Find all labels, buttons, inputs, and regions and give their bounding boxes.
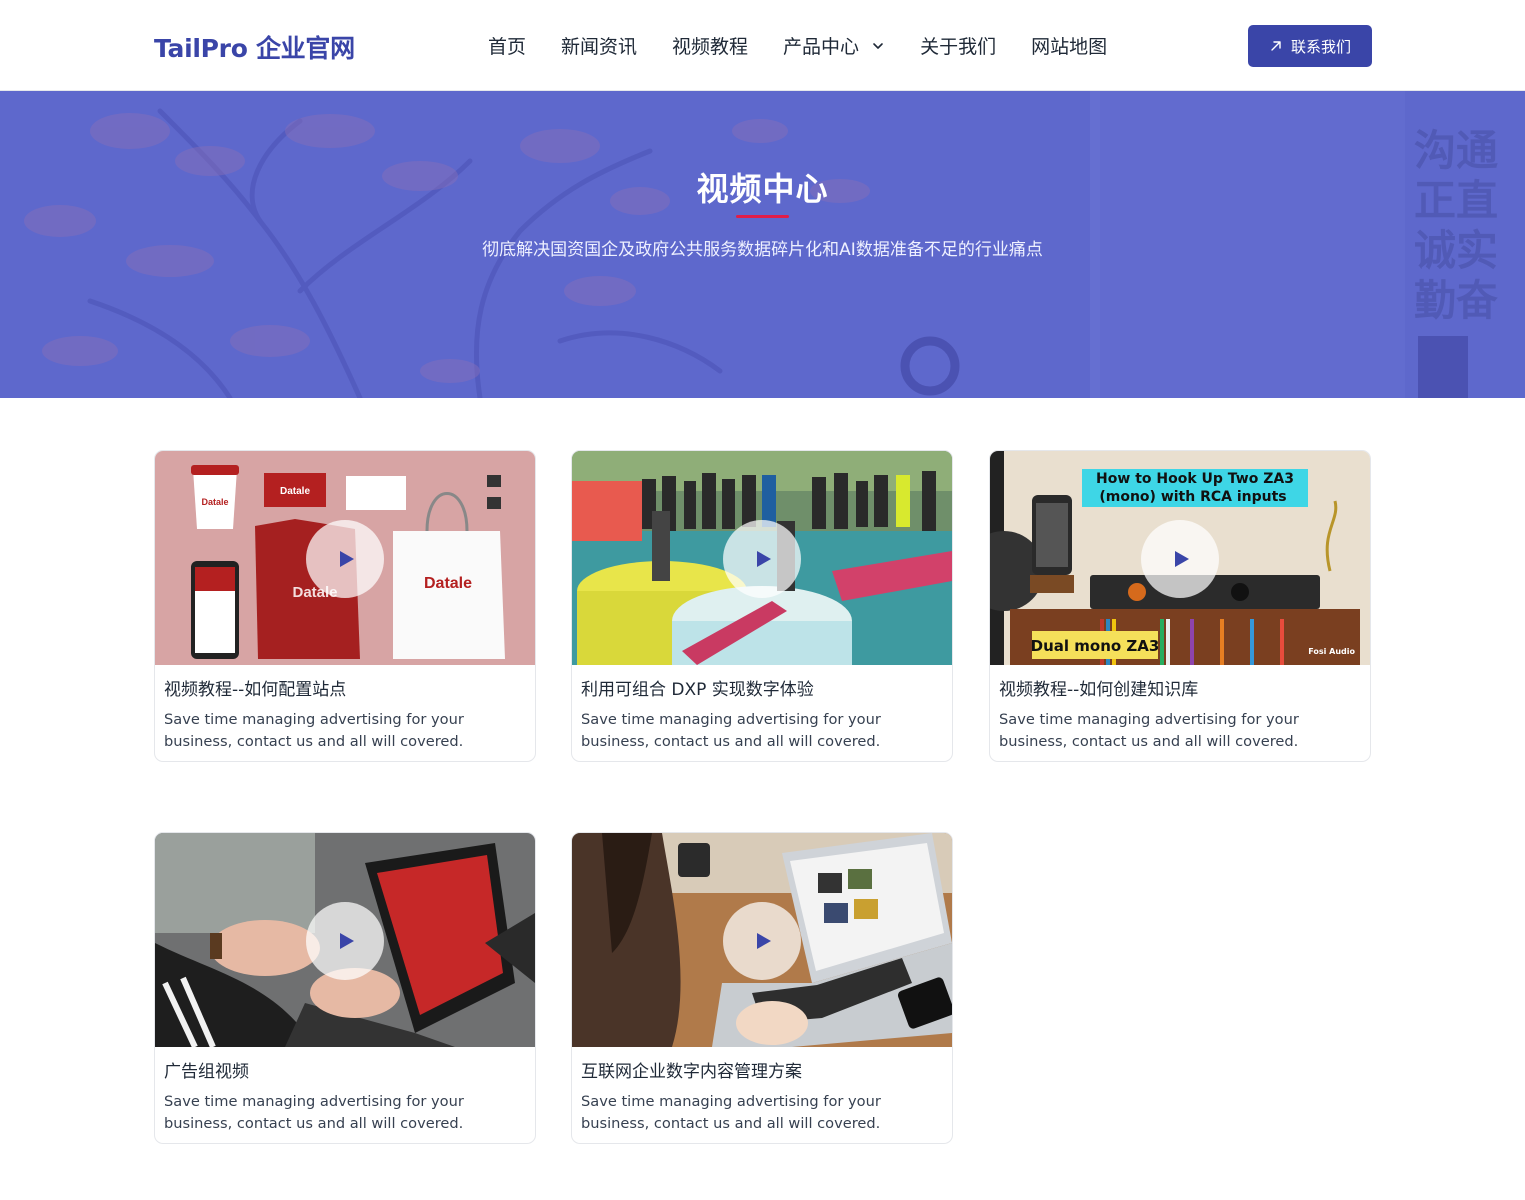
play-button[interactable] — [1141, 520, 1219, 598]
contact-us-label: 联系我们 — [1290, 37, 1351, 56]
nav-item-label: 产品中心 — [783, 36, 860, 58]
nav-item-label: 关于我们 — [920, 36, 997, 58]
video-thumbnail[interactable] — [155, 833, 535, 1047]
nav-item-sitemap[interactable]: 网站地图 — [1031, 32, 1107, 59]
card-title[interactable]: 利用可组合 DXP 实现数字体验 — [581, 675, 814, 700]
thumb-text: Fosi Audio — [1308, 647, 1355, 656]
nav-item-label: 新闻资讯 — [561, 36, 638, 58]
card-description: Save time managing advertising for your … — [164, 1093, 464, 1132]
nav-item-products[interactable]: 产品中心 — [783, 32, 885, 59]
page-title: 视频中心 — [696, 170, 829, 208]
nav-item-label: 视频教程 — [672, 36, 749, 58]
card-description: Save time managing advertising for your … — [999, 711, 1299, 750]
play-icon — [756, 933, 771, 949]
video-thumbnail[interactable]: How to Hook Up Two ZA3 (mono) with RCA i… — [990, 451, 1370, 665]
play-button[interactable] — [723, 902, 801, 980]
hero-bg-text: 勤奋 — [1414, 276, 1498, 325]
card-description: Save time managing advertising for your … — [164, 711, 464, 750]
play-icon — [339, 933, 354, 949]
nav-item-label: 网站地图 — [1031, 36, 1108, 58]
nav-item-about[interactable]: 关于我们 — [920, 32, 996, 59]
card-title[interactable]: 广告组视频 — [164, 1057, 249, 1082]
thumb-text: Datale — [201, 497, 228, 507]
nav-item-news[interactable]: 新闻资讯 — [561, 32, 637, 59]
video-thumbnail[interactable] — [572, 833, 952, 1047]
chevron-down-icon — [873, 42, 883, 49]
video-thumbnail[interactable] — [572, 451, 952, 665]
thumb-text: Datale — [424, 575, 472, 592]
play-icon — [756, 551, 771, 567]
play-icon — [339, 551, 354, 567]
play-icon — [1174, 551, 1189, 567]
card-title[interactable]: 互联网企业数字内容管理方案 — [581, 1057, 802, 1082]
video-card[interactable]: 利用可组合 DXP 实现数字体验 Save time managing adve… — [571, 450, 953, 762]
thumb-text: Datale — [280, 486, 310, 497]
contact-us-button[interactable]: 联系我们 — [1248, 25, 1372, 67]
card-title[interactable]: 视频教程--如何配置站点 — [164, 675, 346, 700]
play-button[interactable] — [723, 520, 801, 598]
hero-banner: 沟通 正直 诚实 勤奋 视频中心 彻底解决国资国企及政府公共服务数据碎片化和AI… — [0, 91, 1525, 398]
play-button[interactable] — [306, 520, 384, 598]
nav-item-video-tutorials[interactable]: 视频教程 — [672, 32, 748, 59]
play-button[interactable] — [306, 902, 384, 980]
card-description: Save time managing advertising for your … — [581, 1093, 881, 1132]
video-card[interactable]: Datale Datale Datale Datale 视频教程--如何配置站点… — [154, 450, 536, 762]
thumb-text: (mono) with RCA inputs — [1099, 489, 1286, 505]
title-underline — [736, 215, 789, 218]
card-description: Save time managing advertising for your … — [581, 711, 881, 750]
video-card[interactable]: 广告组视频 Save time managing advertising for… — [154, 832, 536, 1144]
thumb-text: How to Hook Up Two ZA3 — [1096, 471, 1294, 487]
video-thumbnail[interactable]: Datale Datale Datale Datale — [155, 451, 535, 665]
arrow-up-right-icon — [1271, 41, 1281, 51]
main-nav: 首页 新闻资讯 视频教程 产品中心 关于我们 网站地图 — [488, 32, 1142, 59]
nav-item-home[interactable]: 首页 — [488, 32, 526, 59]
nav-item-label: 首页 — [488, 36, 527, 58]
site-logo[interactable]: TailPro 企业官网 — [154, 29, 355, 65]
site-header: TailPro 企业官网 首页 新闻资讯 视频教程 产品中心 关于我们 网站地图… — [0, 0, 1525, 91]
thumb-text: Dual mono ZA3 — [1031, 637, 1160, 655]
page-subtitle: 彻底解决国资国企及政府公共服务数据碎片化和AI数据准备不足的行业痛点 — [482, 240, 1043, 260]
card-title[interactable]: 视频教程--如何创建知识库 — [999, 675, 1198, 700]
video-card[interactable]: 互联网企业数字内容管理方案 Save time managing adverti… — [571, 832, 953, 1144]
video-card[interactable]: How to Hook Up Two ZA3 (mono) with RCA i… — [989, 450, 1371, 762]
